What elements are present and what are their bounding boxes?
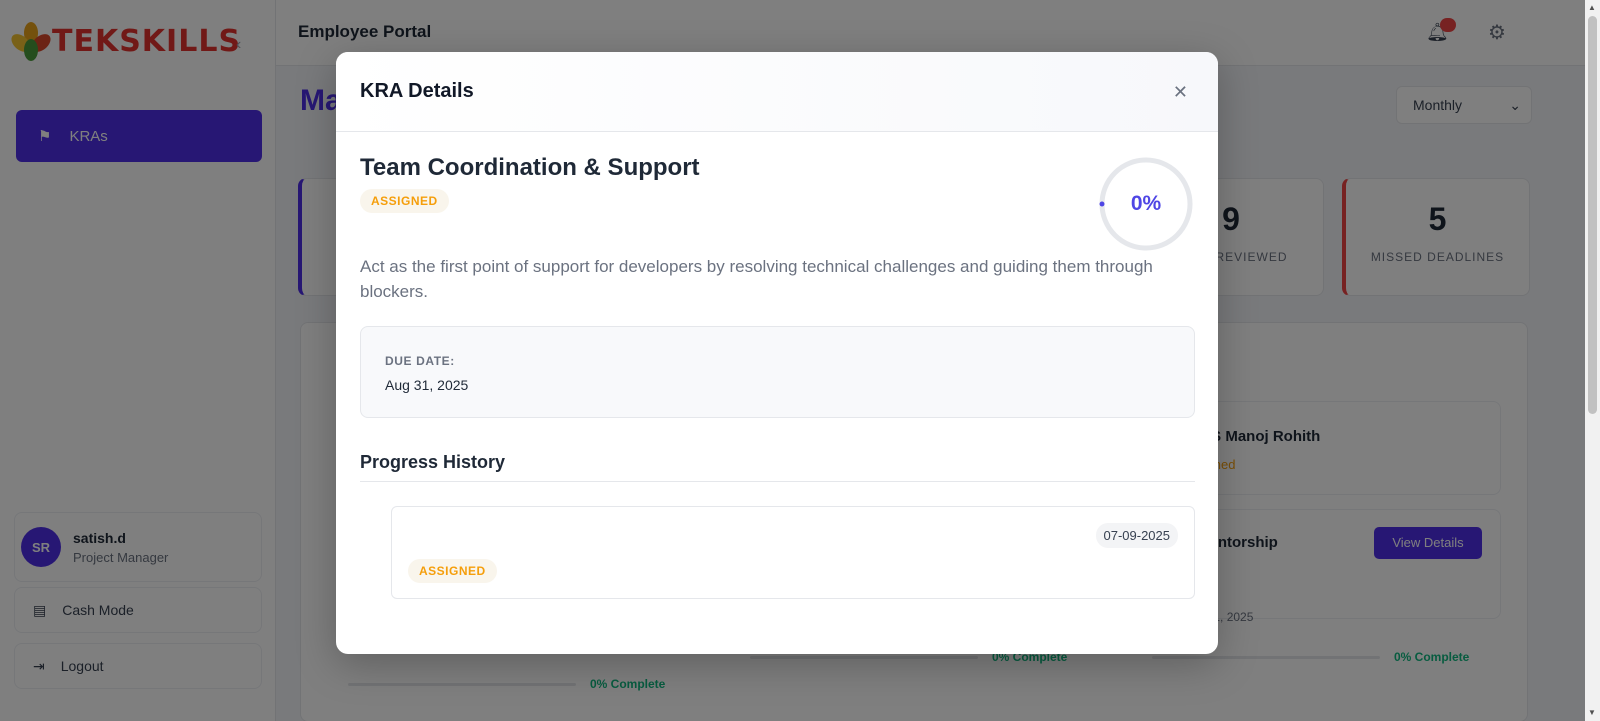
kra-description: Act as the first point of support for de… — [360, 257, 1153, 301]
scroll-thumb[interactable] — [1588, 16, 1597, 414]
divider — [360, 481, 1195, 482]
modal-header: KRA Details ✕ — [336, 52, 1218, 132]
scroll-down-icon[interactable]: ▼ — [1588, 708, 1596, 717]
status-badge: ASSIGNED — [360, 189, 449, 213]
scroll-up-icon[interactable]: ▲ — [1588, 3, 1596, 12]
progress-history-title: Progress History — [360, 452, 506, 472]
status-badge: ASSIGNED — [408, 559, 497, 583]
close-icon[interactable]: ✕ — [1173, 82, 1188, 103]
history-date: 07-09-2025 — [1095, 523, 1178, 548]
due-date-box: DUE DATE: Aug 31, 2025 — [360, 326, 1195, 418]
progress-percent: 0% — [1130, 192, 1162, 215]
due-date-label: DUE DATE: — [385, 354, 455, 368]
due-date-value: Aug 31, 2025 — [385, 377, 469, 393]
scrollbar[interactable]: ▲ ▼ — [1585, 0, 1600, 721]
kra-title: Team Coordination & Support — [360, 154, 700, 181]
history-item: 07-09-2025 ASSIGNED — [391, 506, 1195, 599]
kra-details-modal: KRA Details ✕ Team Coordination & Suppor… — [336, 52, 1218, 654]
modal-title: KRA Details — [360, 80, 474, 102]
